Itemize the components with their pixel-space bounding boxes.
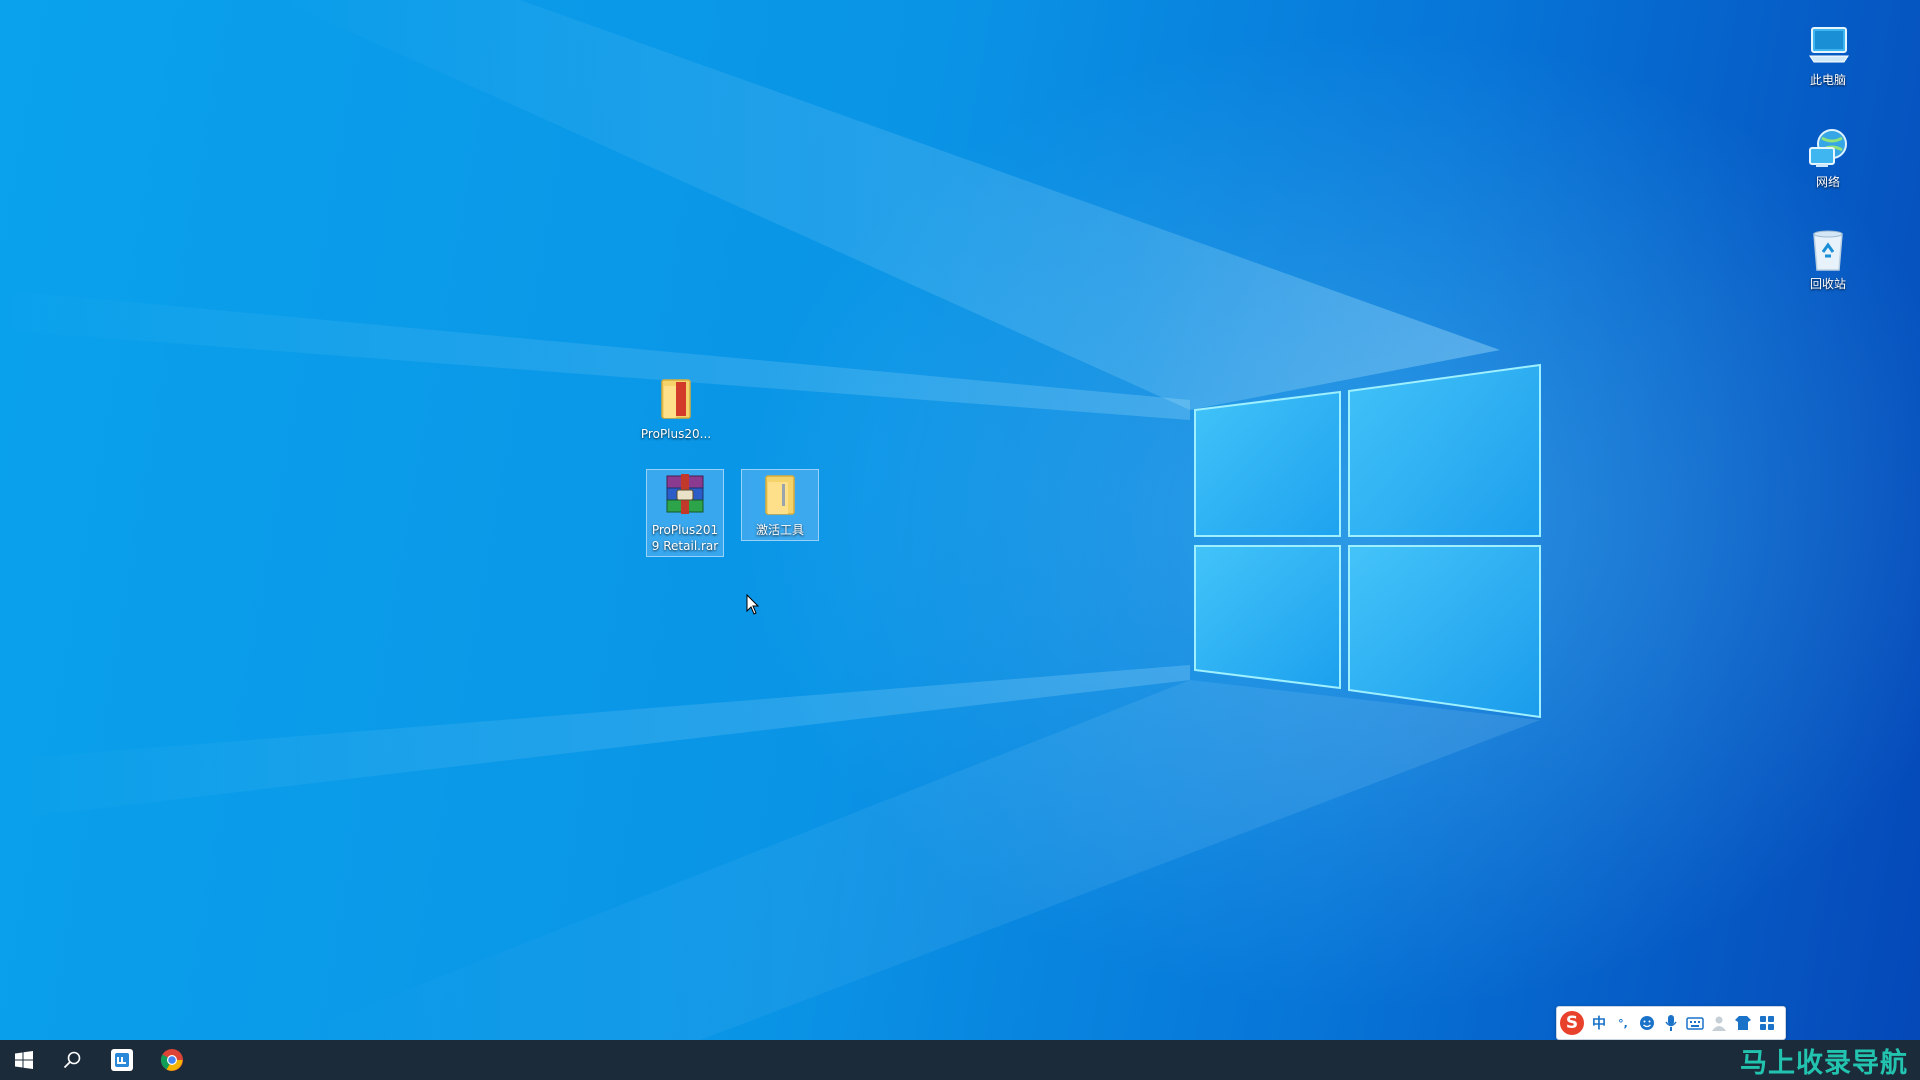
ime-toolbar[interactable]: S 中 °,	[1556, 1006, 1786, 1040]
chrome-icon	[161, 1049, 183, 1071]
app-icon	[111, 1049, 133, 1071]
windows-start-icon	[15, 1051, 33, 1069]
desktop-icon-this-pc[interactable]: 此电脑	[1790, 20, 1866, 90]
microphone-icon[interactable]	[1659, 1009, 1683, 1037]
ime-mode-toggle[interactable]: 中	[1587, 1009, 1611, 1037]
desktop-icon-activation-tool[interactable]: 激活工具	[741, 469, 819, 541]
sogou-logo-letter: S	[1560, 1011, 1584, 1035]
desktop-icon-network[interactable]: 网络	[1790, 122, 1866, 192]
taskbar-app-button[interactable]	[98, 1040, 146, 1080]
ime-mode-label: 中	[1592, 1016, 1606, 1032]
user-icon[interactable]	[1707, 1009, 1731, 1037]
desktop-icon-recycle-bin[interactable]: 回收站	[1790, 224, 1866, 294]
network-icon	[1809, 129, 1847, 167]
taskbar	[0, 1040, 1920, 1080]
folder-icon	[661, 379, 691, 419]
this-pc-icon	[1809, 27, 1849, 63]
ime-punct-label: °,	[1618, 1016, 1628, 1030]
mouse-cursor-icon	[746, 594, 760, 615]
desktop-icon-label: 此电脑	[1809, 73, 1846, 87]
search-button[interactable]	[48, 1040, 96, 1080]
search-icon	[63, 1051, 81, 1069]
desktop-icon-label: 网络	[1815, 175, 1840, 189]
desktop-icon-label: ProPlus2019 Retail.rar	[651, 523, 719, 553]
start-button[interactable]	[0, 1040, 48, 1080]
recycle-bin-icon	[1813, 230, 1843, 271]
folder-icon	[765, 475, 795, 515]
keyboard-icon[interactable]	[1683, 1009, 1707, 1037]
desktop-icon-label: ProPlus20...	[640, 427, 712, 441]
desktop-icon-proplus-rar[interactable]: ProPlus2019 Retail.rar	[646, 469, 724, 557]
sogou-logo-icon[interactable]: S	[1557, 1009, 1587, 1037]
ime-punctuation-toggle[interactable]: °,	[1611, 1009, 1635, 1037]
desktop-icon-proplus-folder[interactable]: ProPlus20...	[638, 374, 714, 444]
wallpaper-light-beams	[0, 0, 1540, 1040]
watermark-text: 马上收录导航	[1740, 1047, 1908, 1079]
toolbox-icon[interactable]	[1755, 1009, 1779, 1037]
windows-logo-wallpaper	[1194, 363, 1541, 719]
watermark: 马上收录导航	[1740, 1040, 1908, 1080]
desktop[interactable]: 此电脑 网络 回收站 ProPlus20... ProPlus2019 Reta…	[0, 0, 1920, 1040]
desktop-icon-label: 回收站	[1809, 277, 1846, 291]
desktop-icon-label: 激活工具	[755, 523, 804, 537]
winrar-archive-icon	[666, 474, 704, 514]
emoji-icon[interactable]	[1635, 1009, 1659, 1037]
skin-icon[interactable]	[1731, 1009, 1755, 1037]
taskbar-chrome-button[interactable]	[148, 1040, 196, 1080]
